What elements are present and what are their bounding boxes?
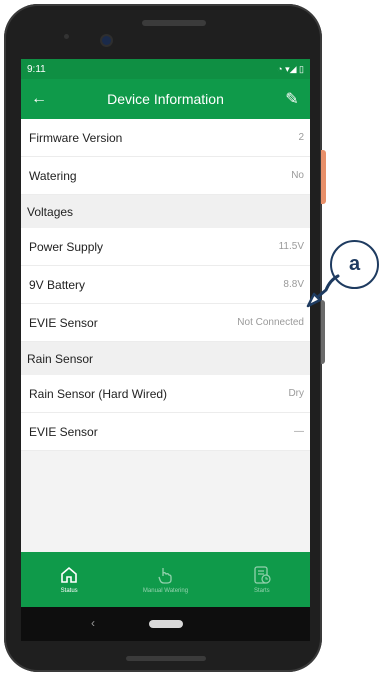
- status-icons: ◔ ▾◢ ▯: [277, 63, 304, 74]
- row-value: No: [291, 170, 304, 181]
- system-nav-bar: ‹: [21, 607, 310, 641]
- back-arrow-icon[interactable]: ←: [29, 90, 49, 108]
- row-firmware-version: Firmware Version 2: [21, 119, 310, 157]
- row-value: 11.5V: [278, 241, 304, 252]
- section-rain-sensor: Rain Sensor: [21, 342, 310, 375]
- system-home-pill[interactable]: [148, 620, 183, 628]
- status-time: 9:11: [27, 63, 46, 75]
- row-label: Watering: [29, 168, 77, 183]
- row-label: EVIE Sensor: [29, 315, 98, 330]
- hand-pointer-icon: [158, 568, 173, 584]
- device-screen: 9:11 ◔ ▾◢ ▯ ← Device Information ✎ Firmw…: [21, 59, 310, 641]
- row-9v-battery: 9V Battery 8.8V: [21, 266, 310, 304]
- phone-bottom-speaker: [126, 656, 206, 661]
- phone-power-button: [321, 150, 326, 204]
- system-back-icon[interactable]: ‹: [91, 616, 95, 630]
- row-label: Rain Sensor (Hard Wired): [29, 386, 168, 401]
- row-evie-sensor-rain: EVIE Sensor —: [21, 413, 310, 451]
- row-rain-sensor-hard-wired: Rain Sensor (Hard Wired) Dry: [21, 375, 310, 413]
- phone-camera: [102, 36, 111, 45]
- app-bar: ← Device Information ✎: [21, 79, 310, 119]
- row-value: 2: [298, 132, 304, 143]
- schedule-icon: [254, 566, 271, 584]
- section-voltages: Voltages: [21, 195, 310, 228]
- phone-frame: 9:11 ◔ ▾◢ ▯ ← Device Information ✎ Firmw…: [4, 4, 322, 672]
- nav-starts[interactable]: Starts: [214, 552, 310, 607]
- home-icon: [61, 566, 77, 583]
- row-watering: Watering No: [21, 157, 310, 195]
- row-label: Firmware Version: [29, 130, 123, 145]
- phone-sensor: [64, 34, 69, 39]
- row-label: Power Supply: [29, 239, 104, 254]
- page-title: Device Information: [107, 91, 224, 107]
- row-value: Not Connected: [237, 317, 304, 328]
- row-label: EVIE Sensor: [29, 424, 98, 439]
- status-bar: 9:11 ◔ ▾◢ ▯: [21, 59, 310, 79]
- device-info-list: Firmware Version 2 Watering No Voltages …: [21, 119, 310, 451]
- row-label: 9V Battery: [29, 277, 86, 292]
- nav-manual-watering[interactable]: Manual Watering: [117, 552, 213, 607]
- row-power-supply: Power Supply 11.5V: [21, 228, 310, 266]
- nav-label: Status: [60, 588, 78, 594]
- edit-icon[interactable]: ✎: [282, 89, 302, 109]
- row-evie-sensor-voltage: EVIE Sensor Not Connected: [21, 304, 310, 342]
- row-value: —: [294, 426, 304, 437]
- nav-label: Manual Watering: [142, 588, 189, 594]
- bottom-nav: Status Manual Watering Starts: [21, 552, 310, 607]
- row-value: Dry: [288, 388, 304, 399]
- annotation-arrow-icon: [306, 274, 340, 308]
- nav-status[interactable]: Status: [21, 552, 117, 607]
- phone-speaker: [142, 20, 206, 26]
- nav-label: Starts: [253, 588, 270, 594]
